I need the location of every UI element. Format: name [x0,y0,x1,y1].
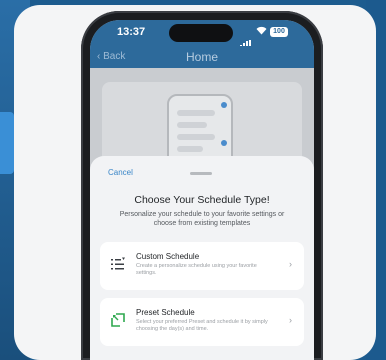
signal-icon [240,30,254,48]
list-filter-icon [110,256,126,272]
option-description: Select your preferred Preset and schedul… [136,319,268,332]
illustration-line [177,134,215,140]
illustration-line [177,146,203,152]
preset-schedule-option[interactable]: Preset Schedule Select your preferred Pr… [100,298,304,346]
illustration-line [177,110,215,116]
sheet-title: Choose Your Schedule Type! [134,194,270,206]
custom-schedule-option[interactable]: Custom Schedule Create a personalize sch… [100,242,304,290]
schedule-type-sheet: Cancel Choose Your Schedule Type! Person… [90,156,314,360]
status-bar: 13:37 100 [90,20,314,48]
dynamic-island [169,24,233,42]
option-title: Custom Schedule [136,252,200,261]
cancel-button[interactable]: Cancel [108,168,133,177]
wifi-icon [256,26,267,38]
illustration-dot [221,140,227,146]
option-title: Preset Schedule [136,308,195,317]
navigation-bar: ‹ Back Home [90,46,314,68]
page-title: Home [185,50,218,64]
phone-screen: 13:37 100 ‹ Back Home Cancel Choose Your… [90,20,314,360]
illustration-line [177,122,207,128]
option-description: Create a personalize schedule using your… [136,263,257,276]
preset-icon [110,312,126,328]
illustration-dot [221,102,227,108]
background-left-card [0,112,14,174]
battery-indicator: 100 [270,27,288,37]
sheet-subtitle: Personalize your schedule to your favori… [119,211,285,227]
sheet-grabber[interactable] [190,172,212,175]
chevron-right-icon: › [289,315,292,325]
chevron-right-icon: › [289,259,292,269]
status-time: 13:37 [117,26,146,38]
